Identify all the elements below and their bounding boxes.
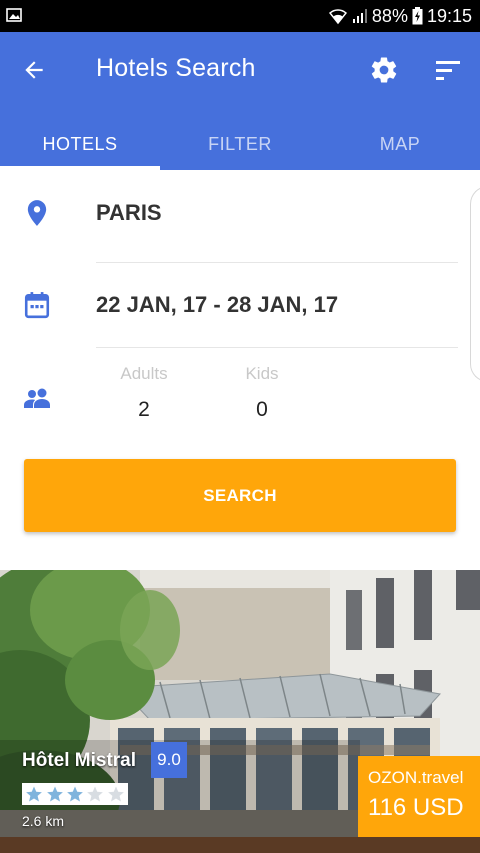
hotel-price: 116 USD [368, 794, 464, 821]
page-title: Hotels Search [96, 54, 256, 82]
star-empty-icon [87, 786, 104, 802]
gallery-notification-icon [6, 7, 22, 23]
tab-filter[interactable]: FILTER [160, 118, 320, 170]
adults-label: Adults [120, 364, 168, 383]
tab-map[interactable]: MAP [320, 118, 480, 170]
kids-label: Kids [245, 364, 279, 383]
signal-icon [352, 8, 368, 24]
clock: 19:15 [426, 5, 472, 26]
location-pin-icon [22, 198, 52, 228]
provider-name: OZON.travel [368, 768, 464, 787]
destination-field[interactable]: PARIS [96, 200, 162, 226]
divider [96, 262, 458, 263]
tab-bar: HOTELS FILTER MAP [0, 118, 480, 170]
kids-selector[interactable]: Kids 0 [222, 364, 302, 422]
status-bar: 88% 19:15 [0, 0, 480, 32]
arrow-back-icon [25, 61, 43, 79]
rating-badge: 9.0 [151, 742, 187, 778]
status-indicators: 88% 19:15 [328, 5, 472, 27]
tab-hotels[interactable]: HOTELS [0, 118, 160, 170]
adults-count: 2 [138, 398, 150, 421]
battery-percentage: 88% [371, 5, 408, 26]
wifi-icon [328, 7, 348, 25]
divider [96, 347, 458, 348]
back-button[interactable] [14, 50, 54, 90]
side-panel-edge[interactable] [470, 186, 480, 382]
search-button[interactable]: SEARCH [24, 459, 456, 532]
gear-icon [371, 57, 397, 83]
star-rating [22, 783, 128, 805]
star-icon [46, 786, 63, 802]
price-badge[interactable]: OZON.travel 116 USD [358, 756, 480, 837]
battery-icon [412, 7, 423, 25]
star-empty-icon [107, 786, 124, 802]
settings-button[interactable] [362, 50, 406, 90]
calendar-icon [22, 290, 52, 320]
app-bar: Hotels Search HOTELS FILTER MAP [0, 32, 480, 170]
sort-button[interactable] [426, 50, 470, 90]
star-icon [67, 786, 83, 802]
adults-selector[interactable]: Adults 2 [104, 364, 184, 422]
next-card-preview [0, 837, 480, 853]
people-icon [22, 383, 52, 413]
app-screen: 88% 19:15 Hotels Search HOTELS FILTER MA… [0, 0, 480, 853]
kids-count: 0 [256, 398, 268, 421]
hotel-name: Hôtel Mistral [22, 750, 137, 771]
date-range-field[interactable]: 22 JAN, 17 - 28 JAN, 17 [96, 292, 338, 318]
sort-icon [436, 61, 460, 80]
star-icon [26, 786, 43, 802]
hotel-distance: 2.6 km [22, 813, 65, 829]
